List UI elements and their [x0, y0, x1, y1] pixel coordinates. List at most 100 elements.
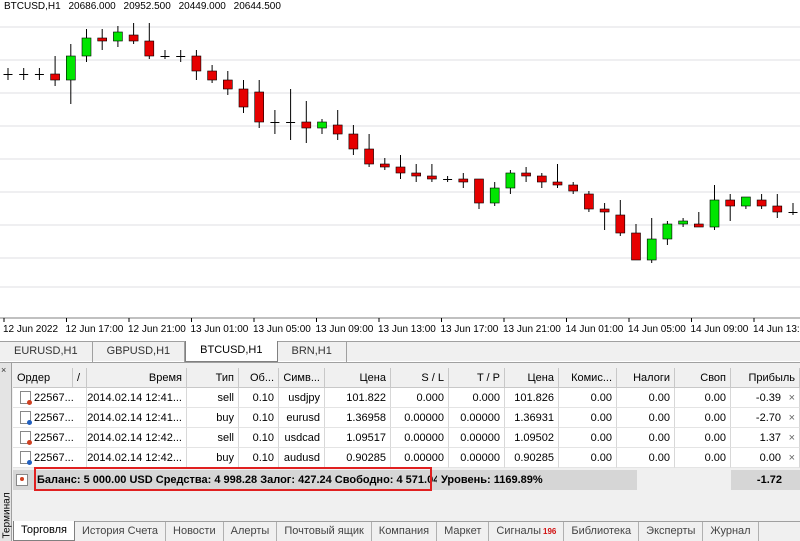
chart-symbol: BTCUSD,H1 [4, 1, 61, 12]
tab-label: Сигналы [496, 525, 541, 537]
tab-новости[interactable]: Новости [166, 522, 224, 541]
column-header[interactable]: Цена [325, 368, 391, 388]
cell-profit: -0.39 × [731, 388, 800, 408]
cell-swap: 0.00 [675, 408, 731, 428]
tab-сигналы[interactable]: Сигналы 196 [489, 522, 565, 541]
close-order-icon[interactable]: × [789, 428, 795, 447]
ohlc-low: 20449.000 [178, 1, 226, 12]
time-label: 13 Jun 13:00 [378, 324, 436, 335]
time-label: 13 Jun 09:00 [316, 324, 374, 335]
cell-taxes: 0.00 [617, 408, 675, 428]
cell-cur_price: 1.36931 [505, 408, 559, 428]
tab-торговля[interactable]: Торговля [13, 521, 75, 541]
signals-badge: 196 [543, 527, 557, 536]
cell-order: 22567... [13, 408, 87, 428]
cell-symbol: audusd [279, 448, 325, 468]
column-header[interactable]: Ордер [13, 368, 73, 388]
column-header[interactable]: / [73, 368, 87, 388]
cell-symbol: eurusd [279, 408, 325, 428]
table-row[interactable]: 22567... 2014.02.14 12:41... sell 0.10 usdjp… [13, 388, 800, 408]
terminal-label: Терминал [1, 492, 13, 539]
cell-time: 2014.02.14 12:42... [87, 448, 187, 468]
tab-label: Алерты [230, 525, 270, 537]
bear-candle [411, 172, 422, 177]
tab-эксперты[interactable]: Эксперты [639, 522, 704, 541]
terminal-side-bar: × Терминал [0, 363, 13, 541]
cell-sl: 0.00000 [391, 428, 449, 448]
tab-журнал[interactable]: Журнал [703, 522, 759, 541]
tab-маркет[interactable]: Маркет [437, 522, 490, 541]
bear-candle [160, 56, 170, 57]
cell-commission: 0.00 [559, 448, 617, 468]
column-header[interactable]: Об... [239, 368, 279, 388]
bear-candle [458, 178, 469, 183]
bear-candle [128, 34, 139, 42]
cell-profit: 1.37 × [731, 428, 800, 448]
buy-order-icon [20, 451, 32, 465]
column-header[interactable]: Симв... [279, 368, 325, 388]
chart-header: BTCUSD,H1 20686.000 20952.500 20449.000 … [4, 1, 286, 12]
tab-label: Журнал [710, 525, 751, 537]
close-order-icon[interactable]: × [789, 408, 795, 427]
tab-gbpusd[interactable]: GBPUSD,H1 [93, 342, 186, 362]
table-header: Ордер / Время Тип Об... Симв... Цена S / LT / P… [13, 368, 800, 388]
tab-алерты[interactable]: Алерты [224, 522, 278, 541]
summary-highlight [34, 467, 432, 491]
time-label: 12 Jun 2022 [3, 324, 58, 335]
table-row[interactable]: 22567... 2014.02.14 12:42... buy 0.10 audusd… [13, 448, 800, 468]
ohlc-high: 20952.500 [123, 1, 171, 12]
tab-label: Маркет [444, 525, 482, 537]
bear-candle [725, 199, 736, 207]
tab-почтовый-ящик[interactable]: Почтовый ящик [277, 522, 372, 541]
time-label: 12 Jun 21:00 [128, 324, 186, 335]
table-row[interactable]: 22567... 2014.02.14 12:41... buy 0.10 eurusd… [13, 408, 800, 428]
tab-label: Торговля [21, 524, 67, 536]
time-label: 13 Jun 17:00 [441, 324, 499, 335]
tab-btcusd[interactable]: BTCUSD,H1 [185, 341, 278, 362]
column-header[interactable]: Цена [505, 368, 559, 388]
cell-tp: 0.00000 [449, 428, 505, 448]
ohlc-open: 20686.000 [68, 1, 116, 12]
column-header[interactable]: Время [87, 368, 187, 388]
cell-sl: 0.00000 [391, 408, 449, 428]
bull-candle [505, 172, 516, 189]
table-row[interactable]: 22567... 2014.02.14 12:42... sell 0.10 usdca… [13, 428, 800, 448]
ohlc-close: 20644.500 [233, 1, 281, 12]
cell-order: 22567... [13, 388, 87, 408]
sell-order-icon [20, 431, 32, 445]
column-header[interactable]: Прибыль [731, 368, 800, 388]
close-icon[interactable]: × [1, 365, 6, 375]
tab-eurusd[interactable]: EURUSD,H1 [0, 342, 93, 362]
cell-sl: 0.00000 [391, 448, 449, 468]
tab-компания[interactable]: Компания [372, 522, 438, 541]
bull-candle [317, 121, 327, 129]
cell-price: 1.09517 [325, 428, 391, 448]
sell-order-icon [20, 391, 32, 405]
tab-библиотека[interactable]: Библиотека [564, 522, 640, 541]
total-profit: -1.72 [731, 470, 800, 490]
order-id: 22567... [34, 412, 74, 424]
time-label: 14 Jun 09:00 [691, 324, 749, 335]
tab-brn[interactable]: BRN,H1 [278, 342, 347, 362]
tab-label: Почтовый ящик [284, 525, 364, 537]
tab-история-счета[interactable]: История Счета [75, 522, 167, 541]
cell-type: sell [187, 388, 239, 408]
column-header[interactable]: S / L [391, 368, 449, 388]
time-label: 13 Jun 01:00 [191, 324, 249, 335]
bear-candle [756, 199, 767, 207]
column-header[interactable]: T / P [449, 368, 505, 388]
bear-candle [379, 163, 390, 168]
price-chart[interactable]: BTCUSD,H1 20686.000 20952.500 20449.000 … [0, 0, 800, 340]
cell-cur_price: 0.90285 [505, 448, 559, 468]
bear-candle [631, 232, 641, 261]
column-header[interactable]: Своп [675, 368, 731, 388]
cell-taxes: 0.00 [617, 388, 675, 408]
bear-candle [223, 79, 233, 90]
bear-candle [584, 193, 594, 210]
column-header[interactable]: Налоги [617, 368, 675, 388]
close-order-icon[interactable]: × [789, 388, 795, 407]
close-order-icon[interactable]: × [789, 448, 795, 467]
column-header[interactable]: Тип [187, 368, 239, 388]
column-header[interactable]: Комис... [559, 368, 617, 388]
cell-volume: 0.10 [239, 388, 279, 408]
